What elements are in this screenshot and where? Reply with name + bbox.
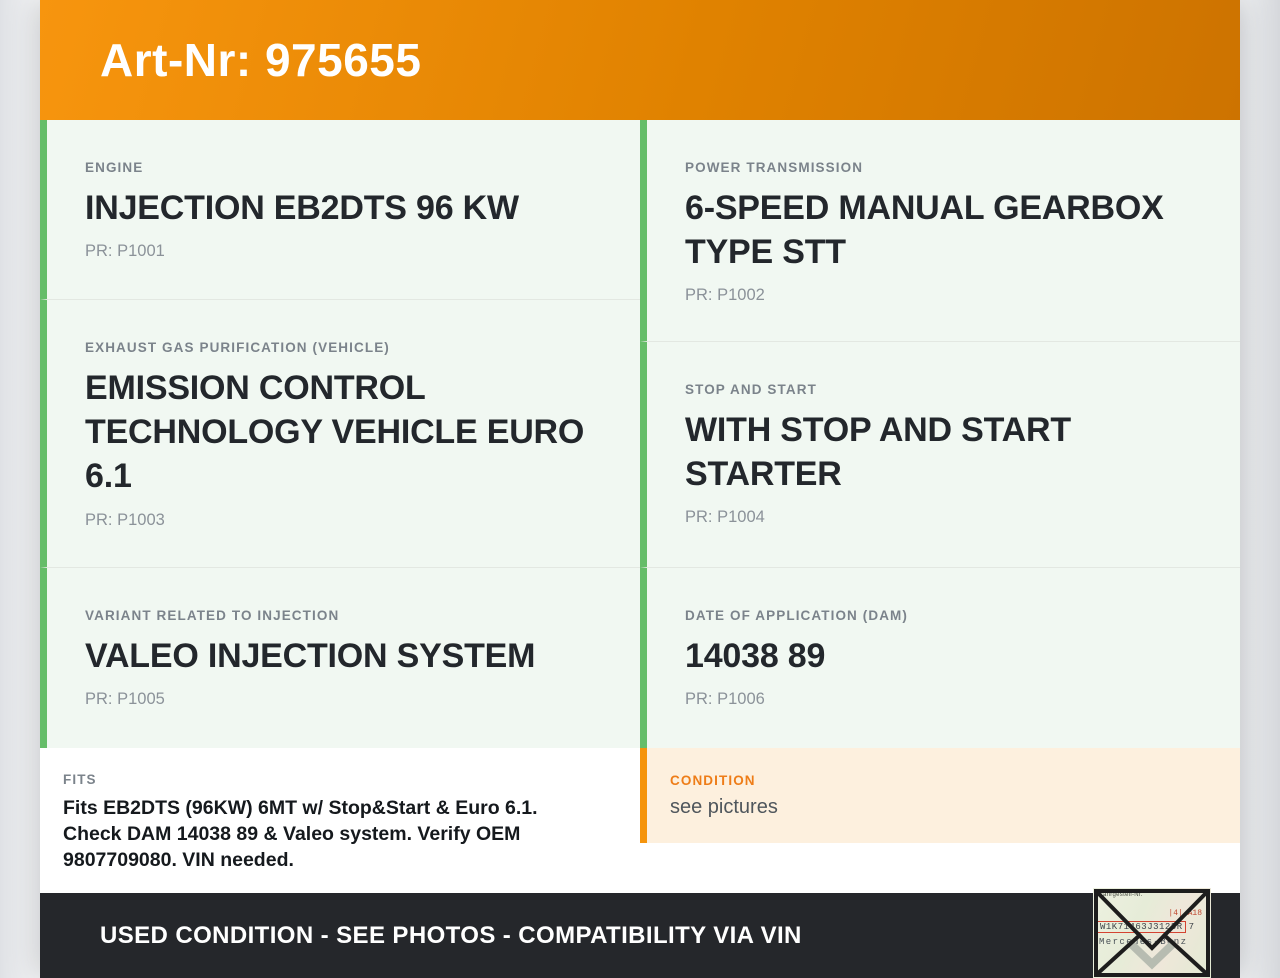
envelope-overlay-icon bbox=[1094, 889, 1210, 977]
spec-value: VALEO INJECTION SYSTEM bbox=[85, 637, 536, 675]
spec-grid: ENGINE INJECTION EB2DTS 96 KW PR: P1001 … bbox=[40, 120, 1240, 893]
spec-value: EMISSION CONTROL TECHNOLOGY VEHICLE EURO… bbox=[85, 369, 585, 496]
spec-value: 6-SPEED MANUAL GEARBOX TYPE STT bbox=[685, 189, 1164, 272]
spec-label: VARIANT RELATED TO INJECTION bbox=[85, 608, 340, 623]
spec-pr-code: PR: P1003 bbox=[85, 510, 165, 529]
spec-card-dam: DATE OF APPLICATION (DAM) 14038 89 PR: P… bbox=[640, 568, 1240, 748]
page-background: Art-Nr: 975655 ENGINE INJECTION EB2DTS 9… bbox=[0, 0, 1280, 978]
article-number-title: Art-Nr: 975655 bbox=[100, 34, 422, 86]
spec-column-left: ENGINE INJECTION EB2DTS 96 KW PR: P1001 … bbox=[40, 120, 640, 893]
condition-card: CONDITION see pictures bbox=[640, 748, 1240, 843]
spec-card-exhaust: EXHAUST GAS PURIFICATION (VEHICLE) EMISS… bbox=[40, 300, 640, 568]
header-banner: Art-Nr: 975655 bbox=[40, 0, 1240, 120]
spec-value: WITH STOP AND START STARTER bbox=[685, 411, 1071, 494]
spec-pr-code: PR: P1005 bbox=[85, 690, 165, 709]
condition-value: see pictures bbox=[670, 796, 778, 818]
spec-value: INJECTION EB2DTS 96 KW bbox=[85, 189, 519, 227]
spec-label: POWER TRANSMISSION bbox=[685, 160, 864, 175]
fits-description: Fits EB2DTS (96KW) 6MT w/ Stop&Start & E… bbox=[63, 797, 538, 872]
fits-label: FITS bbox=[63, 772, 97, 787]
spec-card-engine: ENGINE INJECTION EB2DTS 96 KW PR: P1001 bbox=[40, 120, 640, 300]
spec-card-transmission: POWER TRANSMISSION 6-SPEED MANUAL GEARBO… bbox=[640, 120, 1240, 342]
spec-pr-code: PR: P1004 bbox=[685, 508, 765, 527]
spec-card-stop-start: STOP AND START WITH STOP AND START START… bbox=[640, 342, 1240, 568]
spec-pr-code: PR: P1002 bbox=[685, 286, 765, 305]
fits-card: FITS Fits EB2DTS (96KW) 6MT w/ Stop&Star… bbox=[40, 748, 640, 893]
footer-bar: USED CONDITION - SEE PHOTOS - COMPATIBIL… bbox=[40, 893, 1240, 978]
listing-page: Art-Nr: 975655 ENGINE INJECTION EB2DTS 9… bbox=[40, 0, 1240, 978]
spec-card-variant: VARIANT RELATED TO INJECTION VALEO INJEC… bbox=[40, 568, 640, 748]
vin-document-thumbnail: Fahrgestell-Nr. |4| A18 W1K71463J3123R 7… bbox=[1093, 888, 1211, 978]
spec-value: 14038 89 bbox=[685, 637, 826, 675]
spec-label: DATE OF APPLICATION (DAM) bbox=[685, 608, 908, 623]
spec-label: STOP AND START bbox=[685, 382, 817, 397]
spec-column-right: POWER TRANSMISSION 6-SPEED MANUAL GEARBO… bbox=[640, 120, 1240, 893]
footer-notice: USED CONDITION - SEE PHOTOS - COMPATIBIL… bbox=[100, 921, 802, 949]
condition-label: CONDITION bbox=[670, 773, 756, 788]
spec-label: EXHAUST GAS PURIFICATION (VEHICLE) bbox=[85, 340, 390, 355]
spec-label: ENGINE bbox=[85, 160, 144, 175]
spec-pr-code: PR: P1006 bbox=[685, 690, 765, 709]
spec-pr-code: PR: P1001 bbox=[85, 242, 165, 261]
